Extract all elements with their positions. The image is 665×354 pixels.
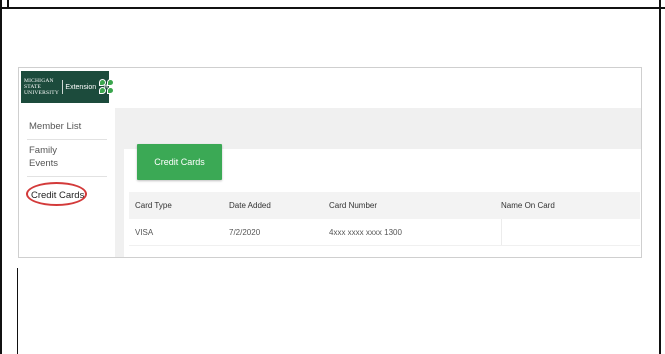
- cell-name-on-card: [501, 219, 640, 245]
- table-header: Card Type Date Added Card Number Name On…: [129, 192, 640, 219]
- logo-extension-text: Extension: [65, 83, 97, 91]
- embedded-screenshot: MICHIGAN STATE UNIVERSITY Extension H Me…: [18, 67, 642, 258]
- cell-card-number: 4xxx xxxx xxxx 1300: [329, 227, 402, 237]
- left-divider: [17, 268, 18, 354]
- top-rule: [0, 7, 665, 9]
- table-row[interactable]: VISA 7/2/2020 4xxx xxxx xxxx 1300: [129, 219, 640, 246]
- 4h-clover-icon: H: [99, 79, 115, 95]
- msu-extension-logo: MICHIGAN STATE UNIVERSITY Extension H: [21, 71, 115, 103]
- column-header-name-on-card[interactable]: Name On Card: [501, 201, 640, 210]
- main-header: [115, 68, 641, 109]
- sidebar: MICHIGAN STATE UNIVERSITY Extension H Me…: [19, 68, 115, 257]
- logo-university-name: MICHIGAN STATE UNIVERSITY: [24, 78, 59, 96]
- sidebar-item-member-list[interactable]: Member List: [29, 121, 81, 132]
- corner-tick: [0, 0, 9, 9]
- column-header-card-type[interactable]: Card Type: [129, 201, 229, 210]
- cell-card-type: VISA: [135, 227, 154, 237]
- credit-cards-table: Card Type Date Added Card Number Name On…: [129, 192, 640, 246]
- credit-cards-button[interactable]: Credit Cards: [137, 144, 222, 180]
- column-header-card-number[interactable]: Card Number: [329, 201, 501, 210]
- column-header-date-added[interactable]: Date Added: [229, 201, 329, 210]
- sidebar-item-events[interactable]: Events: [29, 158, 58, 169]
- cell-date-added: 7/2/2020: [229, 227, 261, 237]
- sidebar-item-family[interactable]: Family: [29, 145, 57, 156]
- highlight-circle: [26, 182, 87, 206]
- sidebar-divider: [27, 139, 107, 140]
- sidebar-divider: [27, 176, 107, 177]
